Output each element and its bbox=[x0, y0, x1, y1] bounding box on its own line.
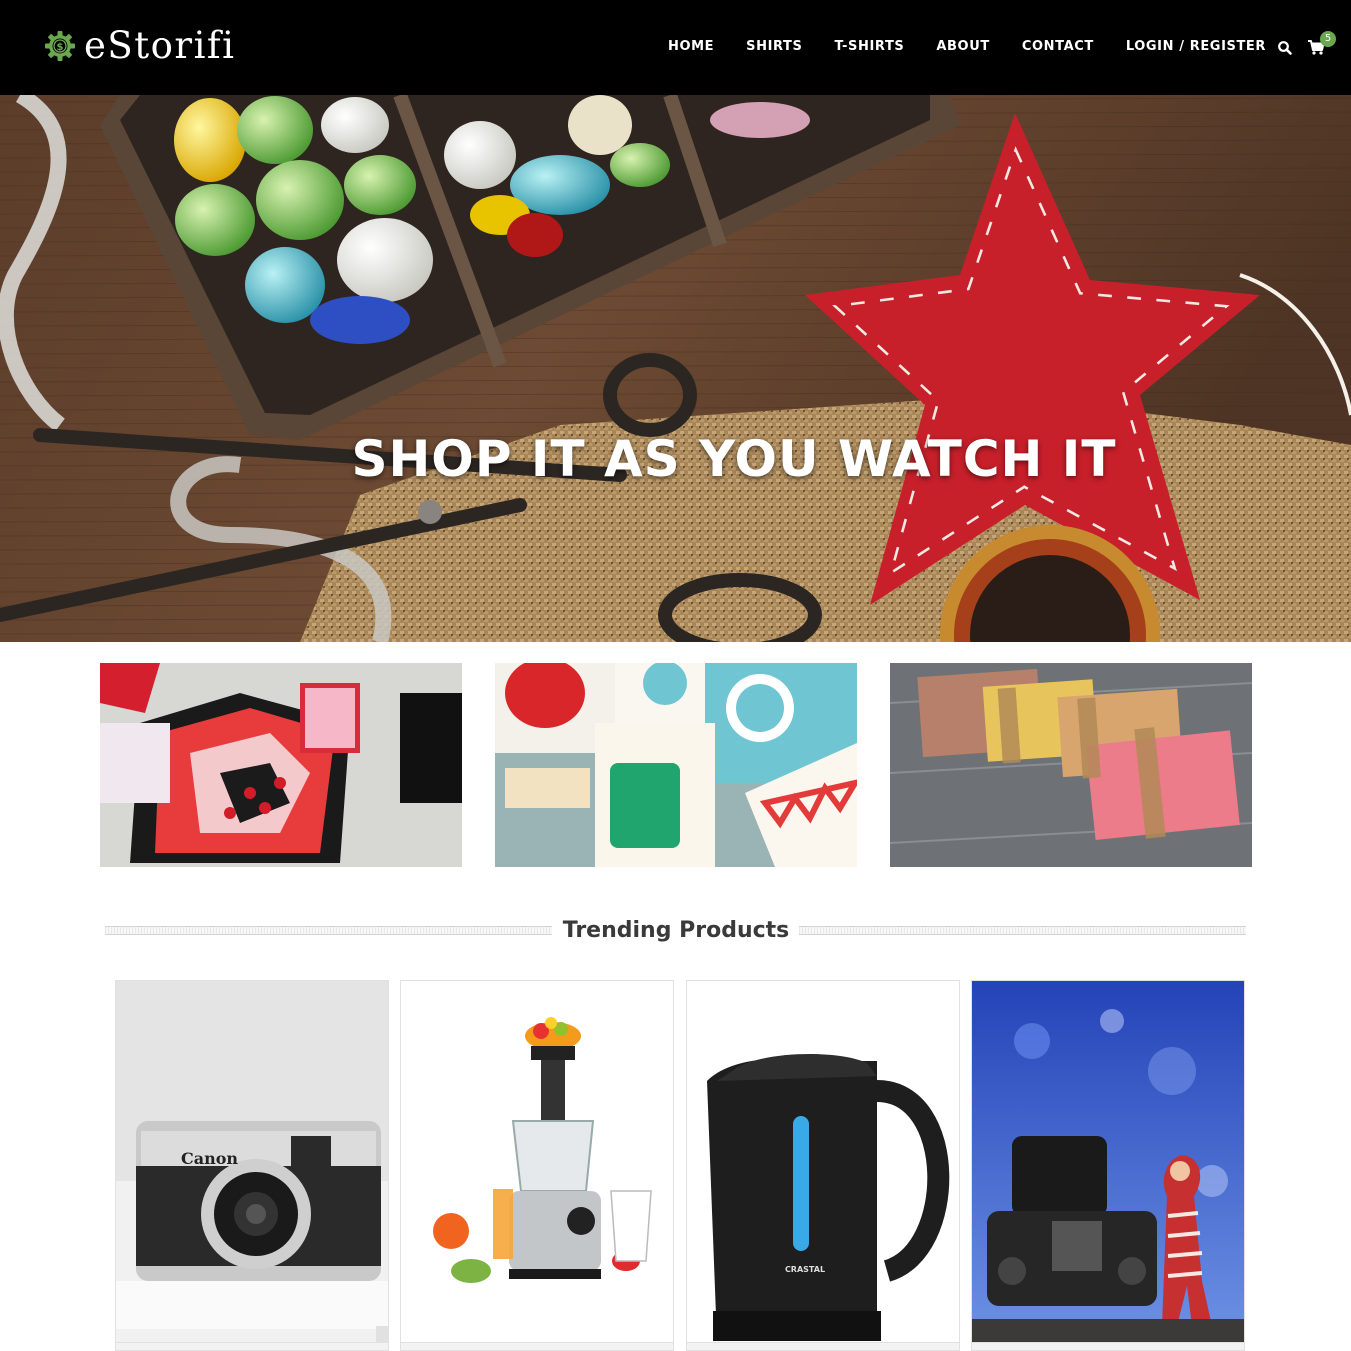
svg-text:$: $ bbox=[57, 42, 64, 53]
logo-text: eStorifi bbox=[84, 24, 236, 67]
cart-count-badge: 5 bbox=[1320, 31, 1336, 47]
product-image-canon-camera: Canon bbox=[116, 981, 388, 1350]
section-divider-right bbox=[799, 926, 1246, 935]
dollar-gear-icon: $ bbox=[45, 31, 75, 61]
product-card-footer bbox=[687, 1342, 959, 1350]
category-image-gift-box bbox=[100, 663, 462, 867]
product-card-canon-camera[interactable]: Canon bbox=[115, 980, 389, 1351]
search-icon[interactable] bbox=[1277, 40, 1293, 56]
product-card-footer bbox=[116, 1342, 388, 1350]
category-image-greeting-cards bbox=[495, 663, 857, 867]
site-logo[interactable]: $ eStorifi bbox=[44, 26, 235, 66]
category-banner-gift-box[interactable] bbox=[100, 663, 462, 867]
product-image-juicer bbox=[401, 981, 673, 1350]
category-banner-greeting-cards[interactable] bbox=[495, 663, 857, 867]
nav-about[interactable]: ABOUT bbox=[936, 39, 989, 55]
main-nav: HOME SHIRTS T-SHIRTS ABOUT CONTACT LOGIN… bbox=[668, 39, 1266, 55]
nav-shirts[interactable]: SHIRTS bbox=[746, 39, 802, 55]
hero-banner: SHOP IT AS YOU WATCH IT bbox=[0, 95, 1351, 642]
product-card-footer bbox=[972, 1342, 1244, 1350]
hero-image bbox=[0, 95, 1351, 642]
category-banner-handmade-soaps[interactable] bbox=[890, 663, 1252, 867]
nav-t-shirts[interactable]: T-SHIRTS bbox=[835, 39, 905, 55]
hero-title: SHOP IT AS YOU WATCH IT bbox=[351, 430, 1117, 488]
category-image-handmade-soaps bbox=[890, 663, 1252, 867]
product-brand-crastal: CRASTAL bbox=[785, 1265, 825, 1274]
product-card-footer bbox=[401, 1342, 673, 1350]
nav-login-register[interactable]: LOGIN / REGISTER bbox=[1126, 39, 1266, 55]
product-image-dslr-camera bbox=[972, 981, 1244, 1350]
nav-contact[interactable]: CONTACT bbox=[1022, 39, 1094, 55]
site-header: $ eStorifi HOME SHIRTS T-SHIRTS ABOUT CO… bbox=[0, 0, 1351, 95]
product-card-kettle[interactable]: CRASTAL bbox=[686, 980, 960, 1351]
product-card-juicer[interactable] bbox=[400, 980, 674, 1351]
trending-products-title: Trending Products bbox=[562, 918, 790, 943]
product-card-dslr-camera[interactable] bbox=[971, 980, 1245, 1351]
product-brand-canon: Canon bbox=[181, 1149, 238, 1168]
section-divider-left bbox=[105, 926, 552, 935]
product-image-kettle: CRASTAL bbox=[687, 981, 959, 1350]
nav-home[interactable]: HOME bbox=[668, 39, 714, 55]
